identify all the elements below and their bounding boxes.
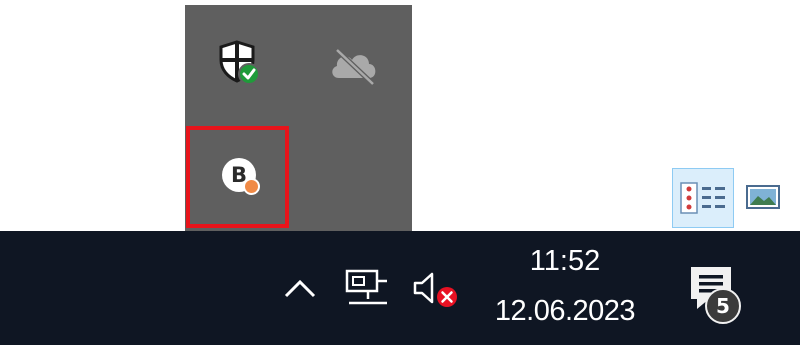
action-center-button[interactable]: 5 xyxy=(683,261,763,341)
large-icons-view-button[interactable] xyxy=(744,180,782,214)
windows-security-icon[interactable] xyxy=(215,38,265,88)
highlight-frame: B xyxy=(186,126,289,228)
status-dot-icon xyxy=(243,178,260,195)
volume-button[interactable] xyxy=(410,269,460,311)
notification-count-badge: 5 xyxy=(705,288,741,324)
shield-icon xyxy=(219,40,260,85)
large-icons-view-icon xyxy=(746,185,780,209)
clock[interactable]: 11:52 12.06.2023 xyxy=(480,239,650,339)
details-view-icon xyxy=(680,182,725,214)
volume-muted-icon xyxy=(413,272,457,307)
cloud-off-icon xyxy=(332,48,376,86)
details-view-button[interactable] xyxy=(672,168,734,228)
b-app-tray-icon[interactable]: B xyxy=(219,154,260,195)
onedrive-offline-icon[interactable] xyxy=(325,40,385,90)
chevron-up-icon xyxy=(284,279,316,298)
taskbar: 11:52 12.06.2023 5 xyxy=(0,231,800,345)
clock-date: 12.06.2023 xyxy=(494,295,636,327)
clock-time: 11:52 xyxy=(529,245,601,277)
network-icon xyxy=(345,269,387,305)
tray-overflow-flyout: B xyxy=(185,5,412,233)
show-hidden-icons-button[interactable] xyxy=(280,271,320,305)
network-button[interactable] xyxy=(343,267,393,311)
